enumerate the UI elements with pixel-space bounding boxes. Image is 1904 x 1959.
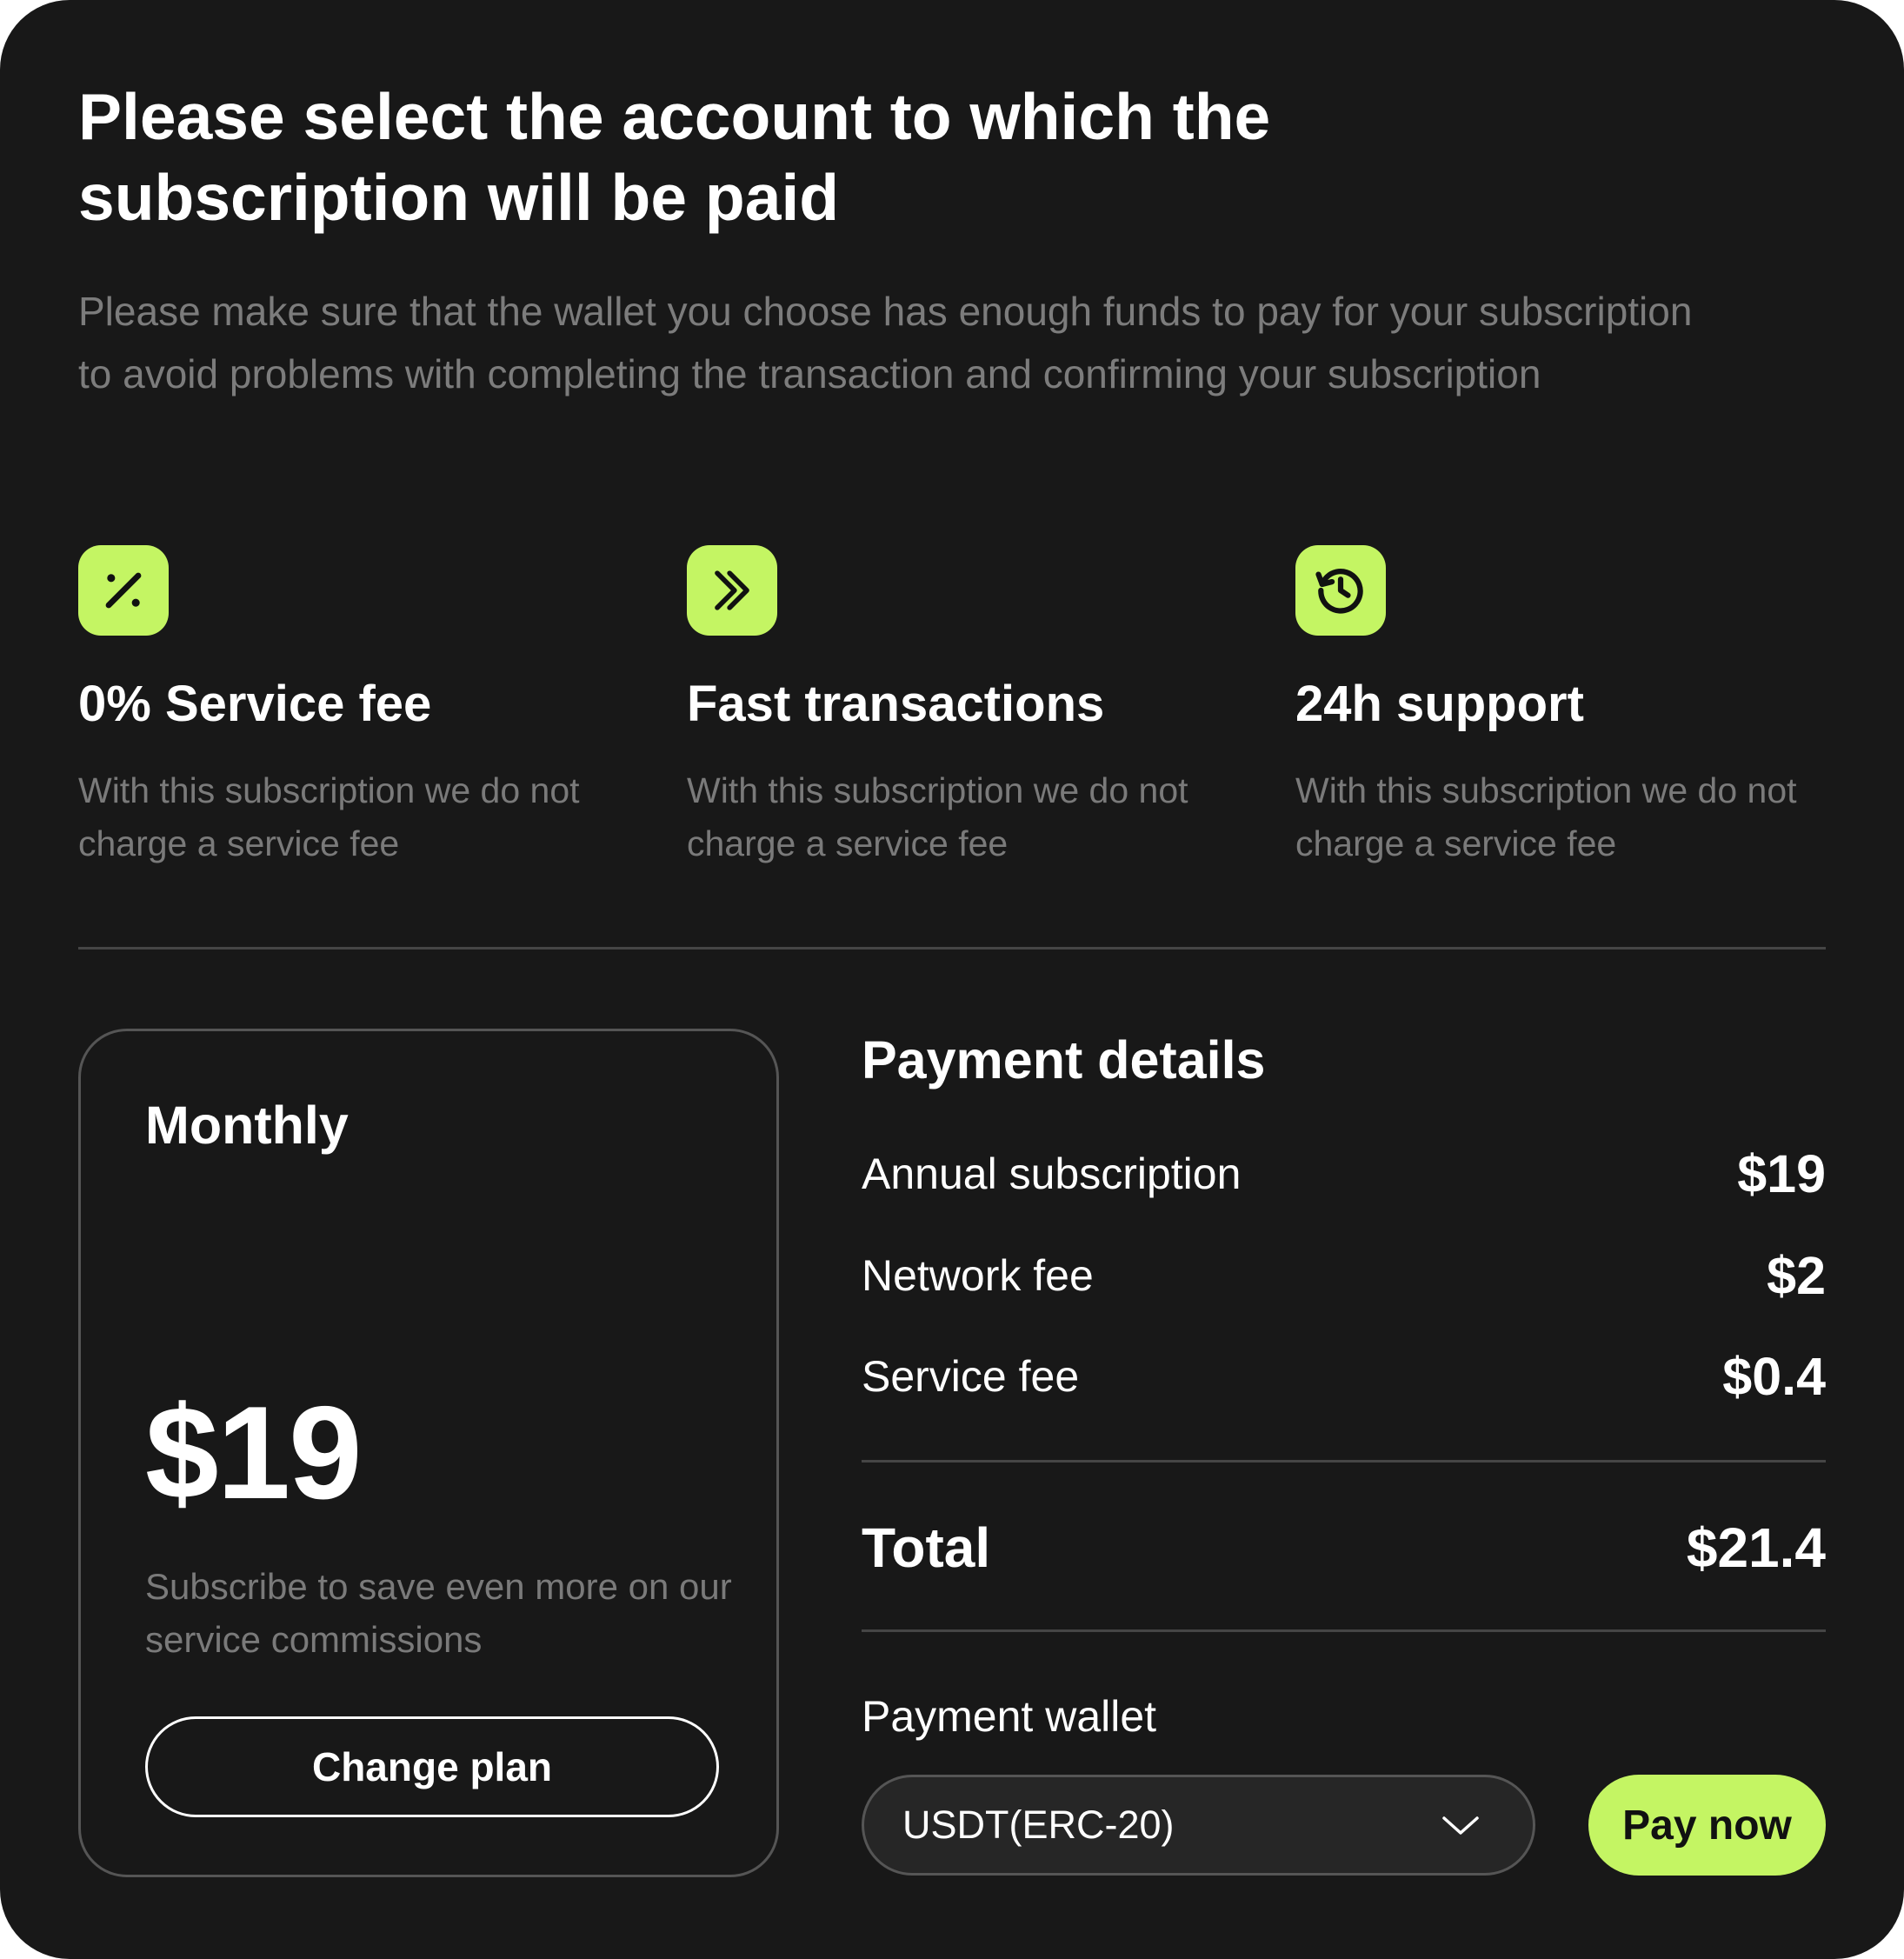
plan-price: $19 [145, 1379, 363, 1527]
payment-wallet-label: Payment wallet [862, 1692, 1157, 1741]
pay-now-button[interactable]: Pay now [1588, 1775, 1826, 1876]
section-divider [78, 947, 1826, 950]
plan-card: Monthly $19 Subscribe to save even more … [78, 1029, 779, 1877]
feature-service-fee: 0% Service fee With this subscription we… [78, 545, 635, 863]
payment-details-title: Payment details [862, 1030, 1266, 1089]
payment-divider [862, 1629, 1826, 1632]
feature-description: With this subscription we do not charge … [687, 770, 1188, 863]
payment-wallet-select[interactable]: USDT(ERC-20) [862, 1775, 1535, 1876]
chevron-down-icon [1442, 1816, 1479, 1835]
payment-row-label: Network fee [862, 1251, 1094, 1300]
chevrons-right-icon [687, 545, 777, 636]
payment-row-value: $2 [1767, 1246, 1826, 1305]
total-label: Total [862, 1516, 991, 1579]
payment-row-label: Annual subscription [862, 1149, 1242, 1198]
plan-name: Monthly [145, 1096, 349, 1155]
total-value: $21.4 [1686, 1516, 1826, 1579]
change-plan-button[interactable]: Change plan [145, 1716, 719, 1817]
plan-note: Subscribe to save even more on our servi… [145, 1566, 732, 1660]
payment-row-value: $19 [1737, 1144, 1826, 1203]
feature-fast-transactions: Fast transactions With this subscription… [687, 545, 1243, 863]
payment-row-label: Service fee [862, 1352, 1080, 1401]
page-title: Please select the account to which the s… [78, 80, 1271, 234]
history-clock-icon [1295, 545, 1386, 636]
percent-icon [78, 545, 169, 636]
subscription-payment-card: Please select the account to which the s… [0, 0, 1904, 1959]
payment-divider [862, 1460, 1826, 1463]
feature-24h-support: 24h support With this subscription we do… [1295, 545, 1852, 863]
page-subtitle: Please make sure that the wallet you cho… [78, 289, 1693, 396]
feature-title: 0% Service fee [78, 676, 432, 732]
wallet-selected-value: USDT(ERC-20) [902, 1802, 1175, 1847]
feature-title: 24h support [1295, 676, 1584, 732]
payment-total-row: Total $21.4 [862, 1511, 1826, 1584]
feature-title: Fast transactions [687, 676, 1105, 732]
payment-row-network-fee: Network fee $2 [862, 1241, 1826, 1310]
feature-description: With this subscription we do not charge … [1295, 770, 1797, 863]
payment-row-service-fee: Service fee $0.4 [862, 1342, 1826, 1411]
payment-row-annual-subscription: Annual subscription $19 [862, 1139, 1826, 1209]
payment-row-value: $0.4 [1722, 1347, 1826, 1406]
feature-description: With this subscription we do not charge … [78, 770, 580, 863]
